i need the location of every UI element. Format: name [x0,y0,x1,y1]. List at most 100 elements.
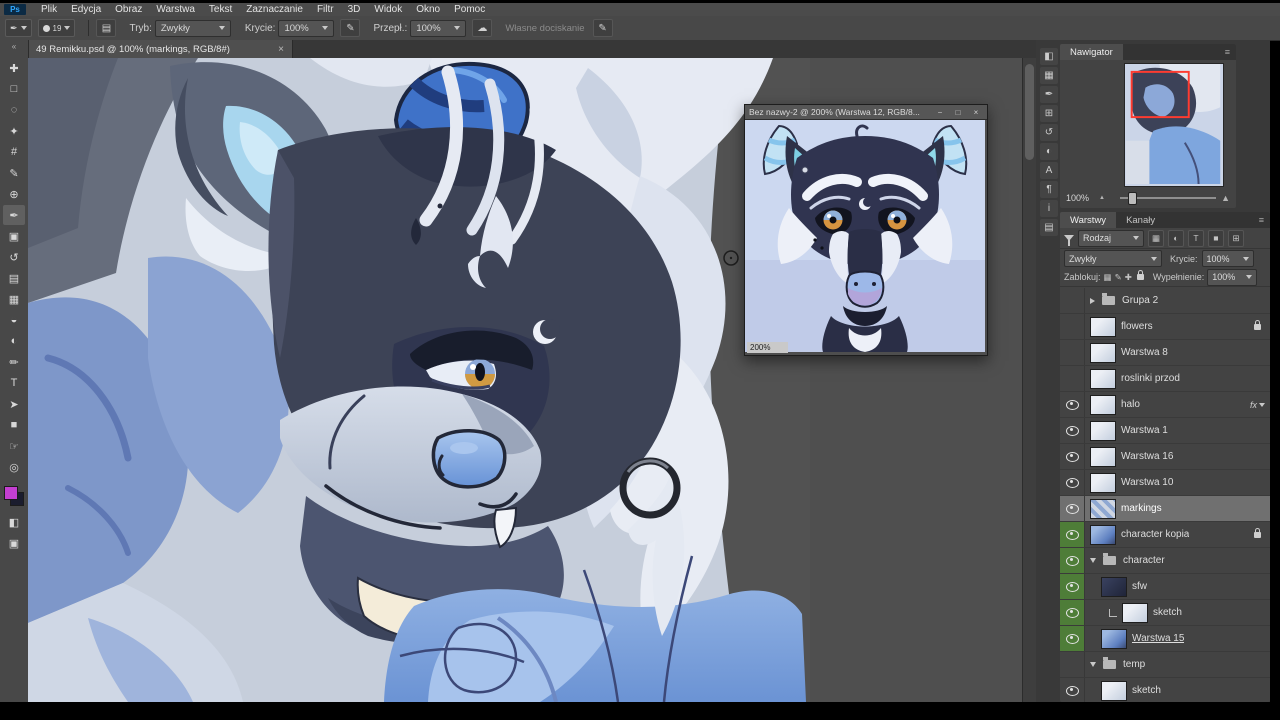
layer-name[interactable]: Warstwa 10 [1121,477,1173,488]
airbrush-button[interactable]: ☁ [472,19,492,37]
menu-item-zaznaczanie[interactable]: Zaznaczanie [239,4,310,15]
layer-name[interactable]: character kopia [1121,529,1189,540]
scrollbar-thumb[interactable] [1025,64,1034,160]
visibility-toggle[interactable] [1060,314,1085,339]
layer-row[interactable]: Grupa 2 [1060,288,1270,314]
fx-badge[interactable]: fx [1250,400,1265,410]
menu-item-widok[interactable]: Widok [367,4,409,15]
lock-position-icon[interactable]: ✚ [1125,272,1132,283]
layer-row[interactable]: Warstwa 8 [1060,340,1270,366]
layer-row[interactable]: sketch [1060,600,1270,626]
brush-settings-panel-icon[interactable]: ✒ [1040,86,1058,103]
layer-thumbnail[interactable] [1122,603,1148,623]
slider-knob[interactable] [1128,192,1137,205]
menu-item-obraz[interactable]: Obraz [108,4,149,15]
layer-thumbnail[interactable] [1090,525,1116,545]
maximize-icon[interactable]: □ [951,108,965,117]
visibility-toggle[interactable] [1060,626,1085,651]
swatches-panel-icon[interactable]: ▦ [1040,67,1058,84]
layer-name[interactable]: halo [1121,399,1140,410]
filter-adjustment-layers-icon[interactable]: ◐ [1168,230,1184,247]
zoom-tool[interactable]: ◎ [3,457,25,477]
layer-row[interactable]: Warstwa 15 [1060,626,1270,652]
layer-name[interactable]: sfw [1132,581,1147,592]
layer-name[interactable]: Warstwa 15 [1132,633,1184,644]
layer-row[interactable]: sfw [1060,574,1270,600]
layer-name[interactable]: sketch [1153,607,1182,618]
brush-tool[interactable]: ✒ [3,205,25,225]
lock-paint-icon[interactable]: ✎ [1115,272,1122,283]
close-tab-icon[interactable]: × [278,44,284,55]
layer-thumbnail[interactable] [1090,421,1116,441]
healing-brush-tool[interactable]: ⊕ [3,184,25,204]
layer-name[interactable]: Warstwa 16 [1121,451,1173,462]
screen-mode-button[interactable]: ▣ [3,533,25,553]
navigator-preview[interactable] [1124,63,1224,187]
layer-name[interactable]: Warstwa 1 [1121,425,1168,436]
canvas-scrollbar[interactable] [1022,58,1037,702]
panel-menu-icon[interactable]: ≡ [1253,212,1270,228]
visibility-toggle[interactable] [1060,678,1085,702]
layer-fill-select[interactable]: 100% [1207,269,1257,286]
crop-tool[interactable]: # [3,142,25,162]
panel-menu-icon[interactable]: ≡ [1219,44,1236,60]
layer-thumbnail[interactable] [1090,473,1116,493]
character-panel-icon[interactable]: A [1040,162,1058,179]
visibility-toggle[interactable] [1060,366,1085,391]
minimize-icon[interactable]: − [933,108,947,117]
layer-row[interactable]: character [1060,548,1270,574]
layer-name[interactable]: flowers [1121,321,1153,332]
reference-window[interactable]: Bez nazwy-2 @ 200% (Warstwa 12, RGB/8...… [744,104,988,356]
adjustments-panel-icon[interactable]: ◐ [1040,143,1058,160]
visibility-toggle[interactable] [1060,496,1085,521]
color-panel-icon[interactable]: ◧ [1040,48,1058,65]
foreground-color-swatch[interactable] [4,486,18,500]
filter-type-layers-icon[interactable]: T [1188,230,1204,247]
document-tab[interactable]: 49 Remikku.psd @ 100% (markings, RGB/8#)… [28,40,293,58]
move-tool[interactable]: ✚ [3,58,25,78]
layer-row[interactable]: flowers [1060,314,1270,340]
eyedropper-tool[interactable]: ✎ [3,163,25,183]
clone-source-panel-icon[interactable]: ⊞ [1040,105,1058,122]
paragraph-panel-icon[interactable]: ¶ [1040,181,1058,198]
toggle-brush-panel-button[interactable]: ▤ [96,19,116,37]
filter-pixel-layers-icon[interactable]: ▦ [1148,230,1164,247]
menu-item-pomoc[interactable]: Pomoc [447,4,492,15]
shape-tool[interactable]: ■ [3,415,25,435]
expand-arrow-icon[interactable] [1090,298,1095,304]
menu-item-warstwa[interactable]: Warstwa [149,4,202,15]
menu-item-edycja[interactable]: Edycja [64,4,108,15]
zoom-out-mountain-icon[interactable]: ▲ [1099,195,1105,201]
blur-tool[interactable]: ◒ [3,310,25,330]
tab-navigator[interactable]: Nawigator [1060,44,1123,60]
menu-item-okno[interactable]: Okno [409,4,447,15]
pressure-opacity-button[interactable]: ✎ [340,19,360,37]
eraser-tool[interactable]: ▤ [3,268,25,288]
visibility-toggle[interactable] [1060,600,1085,625]
type-tool[interactable]: T [3,373,25,393]
visibility-toggle[interactable] [1060,522,1085,547]
filter-smart-objects-icon[interactable]: ⊞ [1228,230,1244,247]
gradient-tool[interactable]: ▦ [3,289,25,309]
layer-thumbnail[interactable] [1090,395,1116,415]
quick-selection-tool[interactable]: ✦ [3,121,25,141]
layer-name[interactable]: character [1123,555,1165,566]
flow-select[interactable]: 100% [410,20,466,37]
pen-tool[interactable]: ✏ [3,352,25,372]
visibility-toggle[interactable] [1060,444,1085,469]
layer-thumbnail[interactable] [1090,447,1116,467]
layer-row[interactable]: Warstwa 10 [1060,470,1270,496]
clone-stamp-tool[interactable]: ▣ [3,226,25,246]
visibility-toggle[interactable] [1060,340,1085,365]
pressure-size-button[interactable]: ✎ [593,19,613,37]
layer-row[interactable]: halo fx [1060,392,1270,418]
zoom-in-mountain-icon[interactable]: ▲ [1221,193,1230,203]
visibility-toggle[interactable] [1060,288,1085,313]
info-panel-icon[interactable]: i [1040,200,1058,217]
layer-name[interactable]: temp [1123,659,1145,670]
visibility-toggle[interactable] [1060,392,1085,417]
layer-name[interactable]: markings [1121,503,1162,514]
path-selection-tool[interactable]: ➤ [3,394,25,414]
filter-type-select[interactable]: Rodzaj [1078,230,1144,247]
visibility-toggle[interactable] [1060,418,1085,443]
